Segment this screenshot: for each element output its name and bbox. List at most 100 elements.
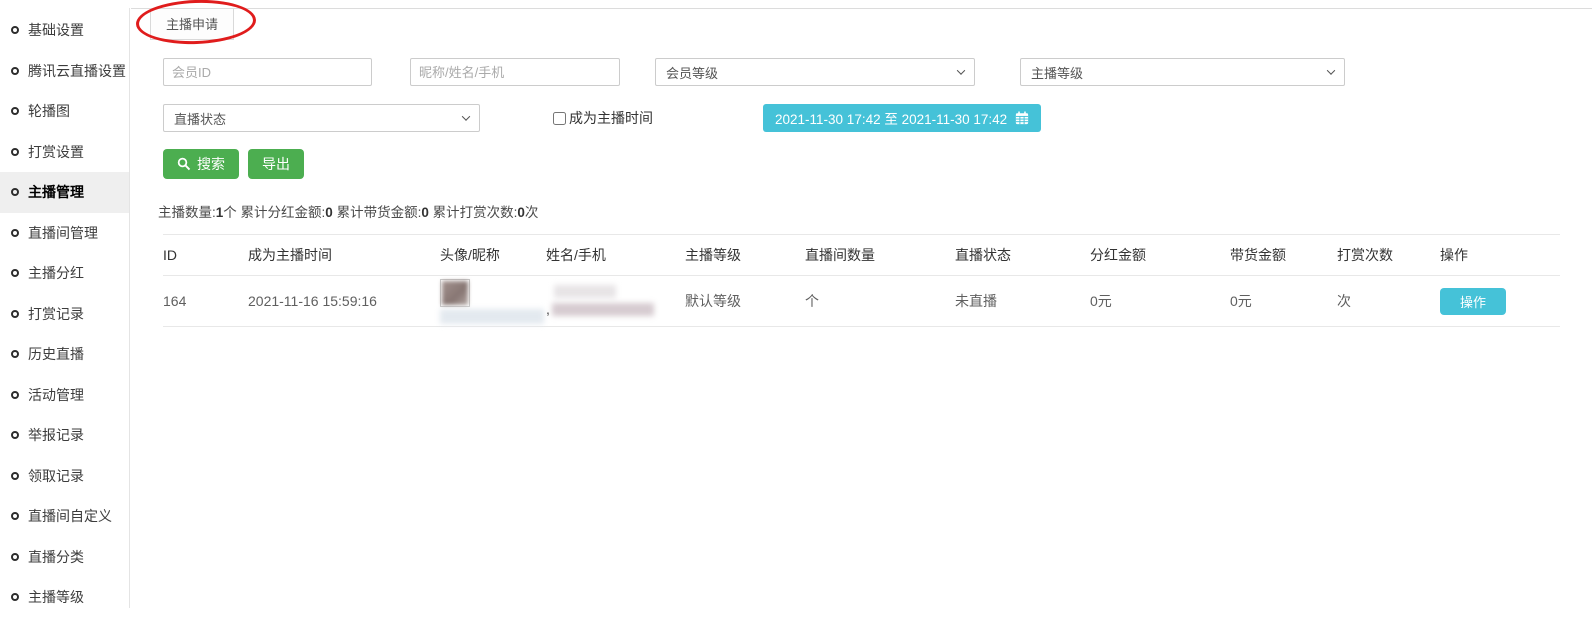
become-anchor-time-checkbox-group: 成为主播时间 [553,108,653,128]
circle-icon [11,472,19,480]
sidebar-item-reward-records[interactable]: 打赏记录 [0,294,129,335]
cell-avatar-nickname [440,276,546,327]
circle-icon [11,26,19,34]
sidebar: 基础设置 腾讯云直播设置 轮播图 打赏设置 主播管理 直播间管理 主播分红 打赏… [0,8,130,608]
chevron-down-icon [1327,66,1335,74]
tab-bar: 主播申请 [131,8,1592,42]
col-become-time: 成为主播时间 [248,235,440,276]
redacted-avatar [440,279,470,307]
sidebar-item-label: 基础设置 [28,20,84,40]
cell-name-phone: , [546,276,685,327]
action-button-row: 搜索 导出 [163,149,1592,179]
col-dividend-amount: 分红金额 [1090,235,1230,276]
filter-form: 会员等级 主播等级 直播状态 成为主播时间 2021-11- [163,58,1592,132]
export-button-label: 导出 [262,154,290,174]
date-range-text: 2021-11-30 17:42 至 2021-11-30 17:42 [775,108,1007,128]
sidebar-item-liveroom-custom[interactable]: 直播间自定义 [0,496,129,537]
date-range-button[interactable]: 2021-11-30 17:42 至 2021-11-30 17:42 [763,104,1041,132]
circle-icon [11,593,19,601]
cell-become-time: 2021-11-16 15:59:16 [248,276,440,327]
sidebar-item-label: 腾讯云直播设置 [28,61,126,81]
become-anchor-time-checkbox[interactable] [553,112,566,125]
chevron-down-icon [462,112,470,120]
cell-dividend-amount: 0元 [1090,276,1230,327]
sidebar-item-label: 领取记录 [28,466,84,486]
cell-goods-amount: 0元 [1230,276,1337,327]
circle-icon [11,350,19,358]
circle-icon [11,229,19,237]
sidebar-item-label: 历史直播 [28,344,84,364]
row-action-button[interactable]: 操作 [1440,288,1506,315]
redacted-nickname [440,309,544,324]
cell-room-count: 个 [805,276,955,327]
sidebar-item-label: 直播间管理 [28,223,98,243]
col-avatar-nickname: 头像/昵称 [440,235,546,276]
sidebar-item-label: 直播分类 [28,547,84,567]
anchor-level-value: 主播等级 [1031,63,1083,82]
col-id: ID [163,235,248,276]
table-header-row: ID 成为主播时间 头像/昵称 姓名/手机 主播等级 直播间数量 直播状态 分红… [163,235,1560,276]
sidebar-item-label: 活动管理 [28,385,84,405]
sidebar-item-claim-records[interactable]: 领取记录 [0,456,129,497]
member-level-value: 会员等级 [666,63,718,82]
sidebar-item-tencent-cloud-live[interactable]: 腾讯云直播设置 [0,51,129,92]
circle-icon [11,107,19,115]
chevron-down-icon [957,66,965,74]
sidebar-item-live-history[interactable]: 历史直播 [0,334,129,375]
col-goods-amount: 带货金额 [1230,235,1337,276]
sidebar-item-liveroom-management[interactable]: 直播间管理 [0,213,129,254]
member-level-select[interactable]: 会员等级 [655,58,975,86]
circle-icon [11,310,19,318]
nickname-name-phone-input[interactable] [410,58,620,86]
col-room-count: 直播间数量 [805,235,955,276]
sidebar-item-reward-settings[interactable]: 打赏设置 [0,132,129,173]
export-button[interactable]: 导出 [248,149,304,179]
sidebar-item-label: 轮播图 [28,101,70,121]
sidebar-item-basic-settings[interactable]: 基础设置 [0,10,129,51]
sidebar-item-anchor-level[interactable]: 主播等级 [0,577,129,618]
sidebar-item-carousel[interactable]: 轮播图 [0,91,129,132]
col-action: 操作 [1440,235,1560,276]
cell-action: 操作 [1440,276,1560,327]
anchor-level-select[interactable]: 主播等级 [1020,58,1345,86]
sidebar-item-activity-management[interactable]: 活动管理 [0,375,129,416]
sidebar-item-label: 举报记录 [28,425,84,445]
become-anchor-time-label: 成为主播时间 [569,108,653,128]
col-reward-count: 打赏次数 [1337,235,1440,276]
sidebar-item-label: 打赏设置 [28,142,84,162]
circle-icon [11,269,19,277]
sidebar-item-label: 主播管理 [28,182,84,202]
col-name-phone: 姓名/手机 [546,235,685,276]
name-comma: , [546,301,550,317]
circle-icon [11,553,19,561]
table-row: 164 2021-11-16 15:59:16 , [163,276,1560,327]
circle-icon [11,67,19,75]
member-id-input[interactable] [163,58,372,86]
circle-icon [11,148,19,156]
redacted-name [554,285,616,298]
calendar-icon [1015,111,1029,125]
cell-reward-count: 次 [1337,276,1440,327]
sidebar-item-anchor-management[interactable]: 主播管理 [0,172,129,213]
search-button-label: 搜索 [197,154,225,174]
summary-stats: 主播数量:1个 累计分红金额:0 累计带货金额:0 累计打赏次数:0次 [158,201,1592,221]
circle-icon [11,391,19,399]
search-icon [177,157,191,171]
main-content: 主播申请 会员等级 主播等级 直播状态 [131,8,1592,327]
sidebar-item-label: 打赏记录 [28,304,84,324]
cell-id: 164 [163,276,248,327]
cell-live-status: 未直播 [955,276,1090,327]
redacted-phone [552,303,654,316]
anchor-table: ID 成为主播时间 头像/昵称 姓名/手机 主播等级 直播间数量 直播状态 分红… [163,234,1560,327]
live-status-select[interactable]: 直播状态 [163,104,480,132]
tab-anchor-application[interactable]: 主播申请 [150,9,234,40]
sidebar-item-report-records[interactable]: 举报记录 [0,415,129,456]
col-anchor-level: 主播等级 [685,235,805,276]
circle-icon [11,431,19,439]
sidebar-item-anchor-dividend[interactable]: 主播分红 [0,253,129,294]
sidebar-item-live-category[interactable]: 直播分类 [0,537,129,578]
sidebar-item-label: 直播间自定义 [28,506,112,526]
search-button[interactable]: 搜索 [163,149,239,179]
circle-icon [11,512,19,520]
sidebar-item-label: 主播分红 [28,263,84,283]
